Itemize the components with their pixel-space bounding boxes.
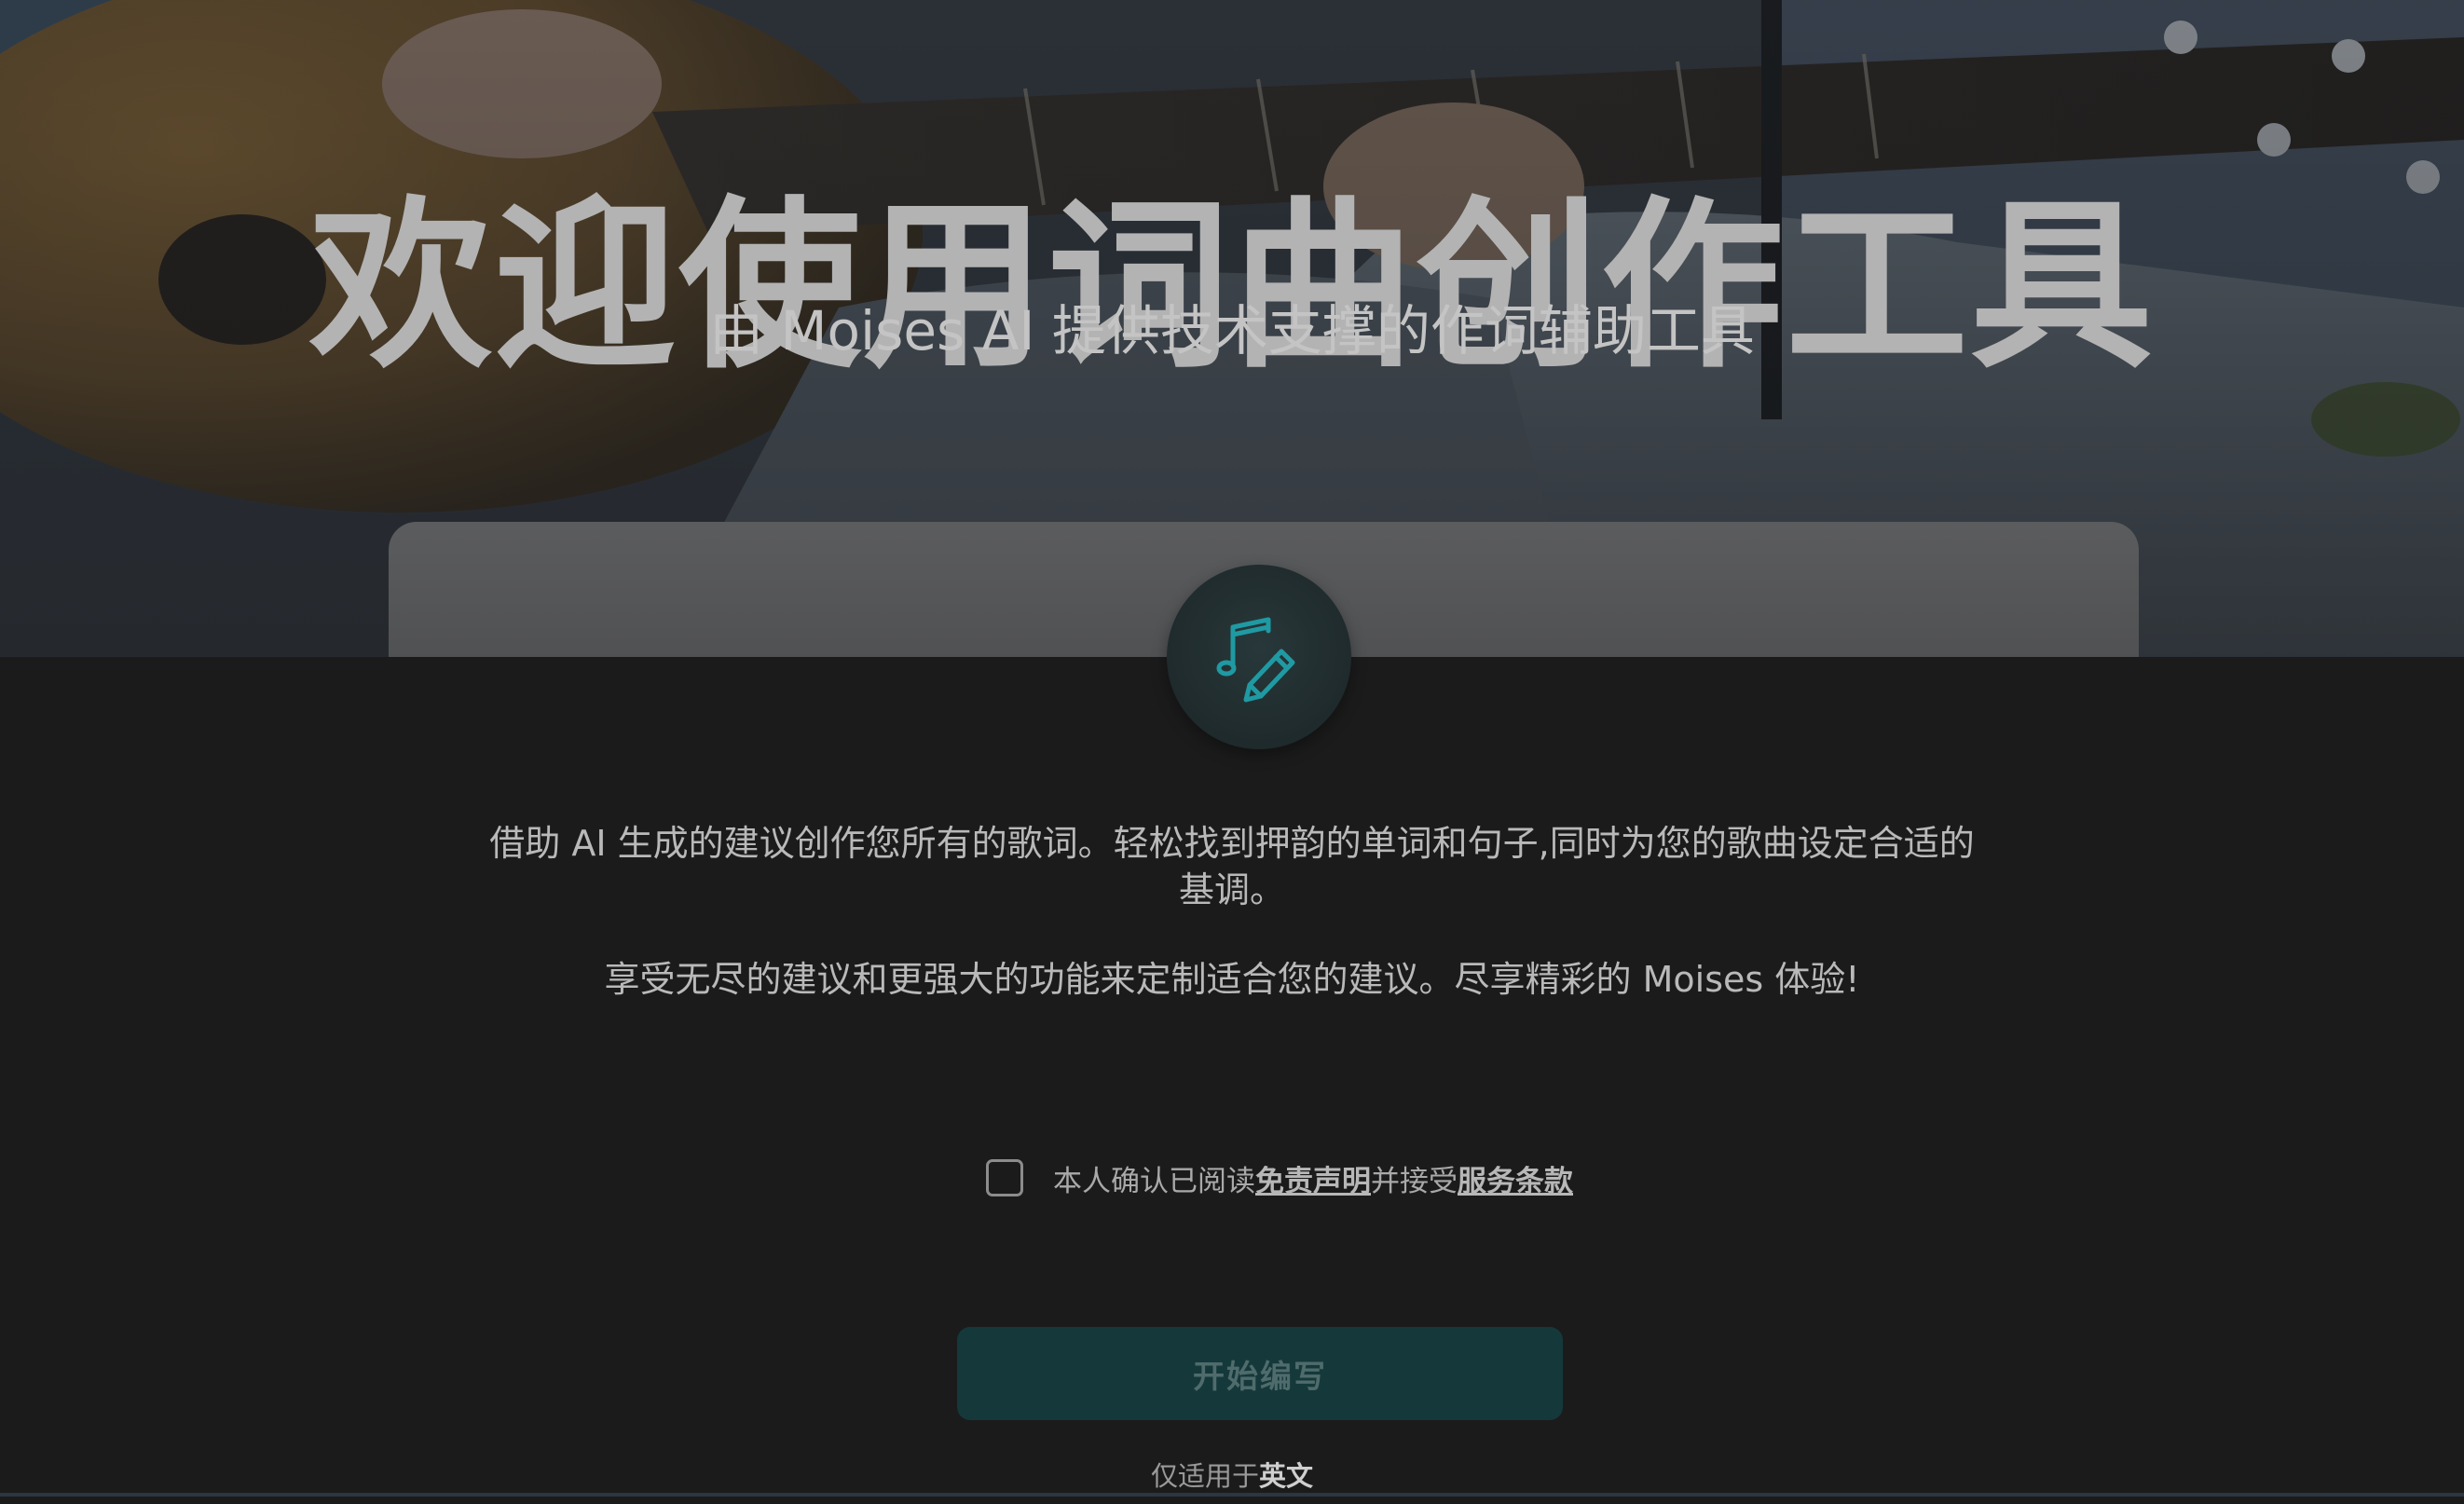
language-note-prefix: 仅适用于 xyxy=(1150,1460,1259,1492)
description-paragraph-2: 享受无尽的建议和更强大的功能来定制适合您的建议。尽享精彩的 Moises 体验! xyxy=(604,959,1860,1000)
music-note-pencil-icon xyxy=(1216,617,1295,703)
page-subtitle: 由 Moises AI 提供技术支撑的作词辅助工具 xyxy=(709,299,1755,362)
description-paragraph-1: 借助 AI 生成的建议创作您所有的歌词。轻松找到押韵的单词和句子,同时为您的歌曲… xyxy=(489,823,1975,910)
consent-middle: 并接受 xyxy=(1371,1164,1458,1198)
language-name: 英文 xyxy=(1259,1460,1314,1492)
consent-prefix: 本人确认已阅读 xyxy=(1053,1164,1255,1198)
consent-row: 本人确认已阅读 免责声明 并接受 服务条款 xyxy=(986,1155,1573,1200)
bottom-border xyxy=(0,1493,2464,1497)
music-note-pencil-icon-badge xyxy=(1167,565,1351,749)
language-note: 仅适用于英文 xyxy=(0,1459,2464,1493)
start-writing-button[interactable]: 开始编写 xyxy=(957,1327,1563,1420)
description: 借助 AI 生成的建议创作您所有的歌词。轻松找到押韵的单词和句子,同时为您的歌曲… xyxy=(486,820,1978,1003)
terms-of-service-link[interactable]: 服务条款 xyxy=(1458,1157,1573,1199)
disclaimer-link[interactable]: 免责声明 xyxy=(1255,1157,1371,1199)
consent-checkbox[interactable] xyxy=(986,1159,1023,1196)
